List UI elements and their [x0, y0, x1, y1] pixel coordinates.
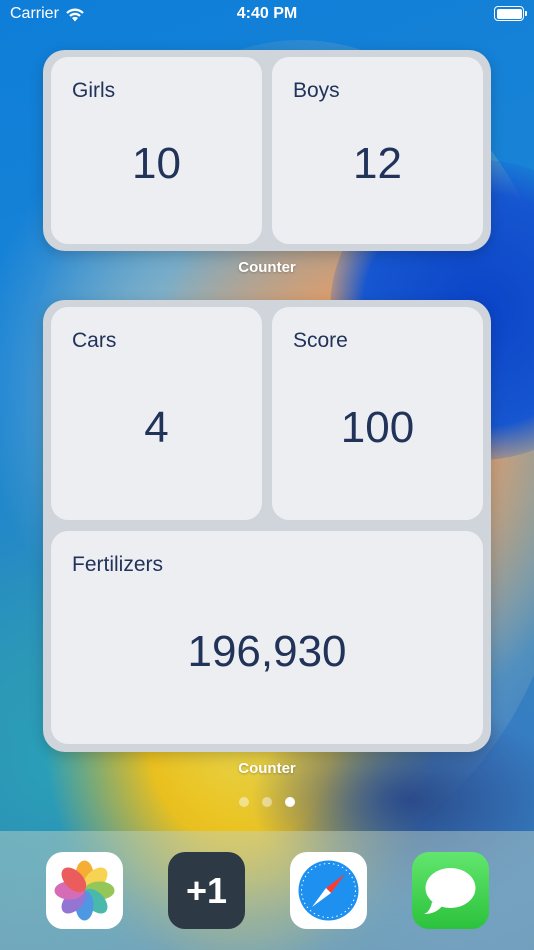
counter-tile-fertilizers[interactable]: Fertilizers 196,930 [51, 531, 483, 744]
battery-fill [496, 8, 522, 19]
tile-label: Boys [293, 79, 340, 102]
tile-value: 12 [353, 139, 402, 188]
messages-app-icon[interactable] [412, 852, 489, 929]
counter-widget-small[interactable]: Girls 10 Boys 12 [43, 50, 491, 251]
page-dot[interactable] [262, 797, 272, 807]
safari-app-icon[interactable] [290, 852, 367, 929]
tile-label: Score [293, 329, 348, 352]
counter-tile-score[interactable]: Score 100 [272, 307, 483, 520]
page-dot[interactable] [239, 797, 249, 807]
status-clock: 4:40 PM [236, 5, 298, 22]
widget-caption: Counter [238, 760, 296, 777]
photos-icon [54, 860, 115, 921]
battery-icon [494, 6, 527, 21]
tile-value: 4 [144, 403, 169, 452]
tile-value: 100 [340, 403, 415, 452]
counter-tile-girls[interactable]: Girls 10 [51, 57, 262, 244]
widget-caption: Counter [238, 259, 296, 276]
plus-one-icon: +1 [185, 869, 228, 911]
tile-label: Girls [72, 79, 116, 102]
counter-tile-boys[interactable]: Boys 12 [272, 57, 483, 244]
page-dot-current[interactable] [285, 797, 295, 807]
tile-value: 10 [132, 139, 181, 188]
safari-icon [298, 860, 359, 921]
dock: +1 [0, 831, 534, 950]
tile-label: Fertilizers [72, 553, 164, 576]
counter-widget-large[interactable]: Cars 4 Score 100 Fertilizers 196,930 [43, 300, 491, 752]
photos-app-icon[interactable] [46, 852, 123, 929]
tile-label: Cars [72, 329, 117, 352]
status-bar: Carrier 4:40 PM [0, 0, 534, 28]
messages-icon [424, 868, 476, 914]
plus-one-app-icon[interactable]: +1 [168, 852, 245, 929]
counter-tile-cars[interactable]: Cars 4 [51, 307, 262, 520]
tile-value: 196,930 [187, 627, 347, 676]
page-indicator[interactable] [0, 797, 534, 807]
